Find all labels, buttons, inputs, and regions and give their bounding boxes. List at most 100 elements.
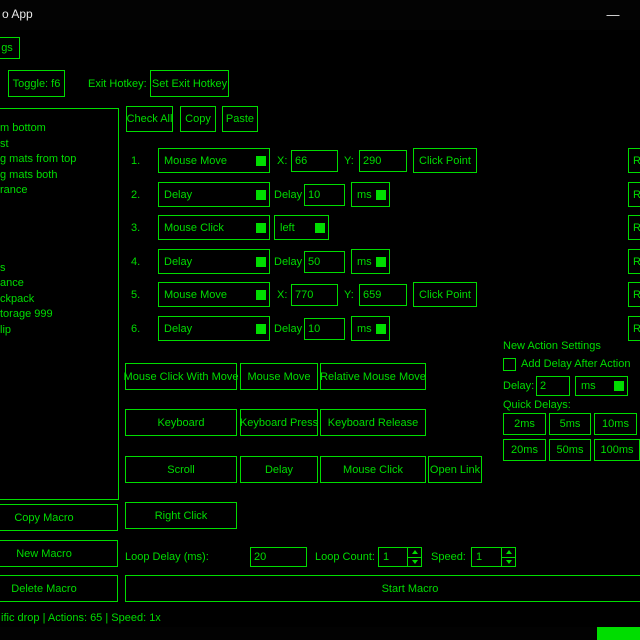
coord-y-input[interactable] [359, 284, 407, 306]
remove-action-button[interactable]: R [628, 148, 640, 173]
delay-unit-select[interactable]: ms [351, 316, 390, 341]
remove-action-button[interactable]: R [628, 182, 640, 207]
macro-list-item[interactable] [0, 230, 118, 246]
quick-delay-5ms-button[interactable]: 5ms [549, 413, 591, 435]
add-keyboard-release-button[interactable]: Keyboard Release [320, 409, 426, 436]
delay-unit-value: ms [357, 323, 372, 335]
taskbar-highlighted-item[interactable] [597, 627, 640, 640]
delay-label: Delay [274, 323, 302, 335]
delay-input[interactable] [304, 184, 345, 206]
dropdown-square-icon [315, 223, 325, 233]
add-right-click-button[interactable]: Right Click [125, 502, 237, 529]
add-mouse-move-button[interactable]: Mouse Move [240, 363, 318, 390]
copy-actions-button[interactable]: Copy [180, 106, 216, 132]
macro-list-item[interactable]: lip [0, 323, 118, 339]
quick-delay-50ms-button[interactable]: 50ms [549, 439, 591, 461]
loop-delay-label: Loop Delay (ms): [125, 551, 209, 563]
new-action-settings-title: New Action Settings [503, 340, 601, 352]
set-exit-hotkey-button[interactable]: Set Exit Hotkey [150, 70, 229, 97]
delete-macro-button[interactable]: Delete Macro [0, 575, 118, 602]
action-number: 1. [131, 155, 140, 167]
delay-input[interactable] [304, 318, 345, 340]
remove-action-button[interactable]: R [628, 215, 640, 240]
action-type-select[interactable]: Delay [158, 182, 270, 207]
macro-list-item[interactable]: g mats from top [0, 152, 118, 168]
action-type-select[interactable]: Mouse Move [158, 148, 270, 173]
new-action-delay-unit-select[interactable]: ms [575, 376, 628, 396]
coord-x-label: X: [277, 289, 287, 301]
add-delay-checkbox[interactable] [503, 358, 516, 371]
delay-input[interactable] [304, 251, 345, 273]
remove-action-button[interactable]: R [628, 282, 640, 307]
click-point-button[interactable]: Click Point [413, 148, 477, 173]
add-mouse-click-button[interactable]: Mouse Click [320, 456, 426, 483]
mouse-button-select[interactable]: left [274, 215, 329, 240]
settings-menu-button[interactable]: gs [0, 37, 20, 59]
titlebar: o App — [0, 0, 640, 30]
coord-y-label: Y: [344, 289, 354, 301]
action-type-value: Delay [164, 256, 192, 268]
macro-list-item[interactable]: m bottom [0, 121, 118, 137]
macro-list-item[interactable]: rance [0, 183, 118, 199]
quick-delay-10ms-button[interactable]: 10ms [594, 413, 637, 435]
toggle-hotkey-button[interactable]: Toggle: f6 [8, 70, 65, 97]
action-type-select[interactable]: Delay [158, 316, 270, 341]
macro-list-item[interactable] [0, 245, 118, 261]
click-point-button[interactable]: Click Point [413, 282, 477, 307]
remove-action-button[interactable]: R [628, 249, 640, 274]
spin-up-button[interactable] [502, 548, 515, 558]
minimize-button[interactable]: — [596, 0, 630, 28]
macro-list-item[interactable] [0, 214, 118, 230]
add-keyboard-press-button[interactable]: Keyboard Press [240, 409, 318, 436]
new-action-delay-input[interactable] [536, 376, 570, 396]
action-type-select[interactable]: Mouse Move [158, 282, 270, 307]
dropdown-square-icon [256, 190, 266, 200]
action-type-select[interactable]: Delay [158, 249, 270, 274]
action-type-value: Mouse Move [164, 155, 227, 167]
coord-x-input[interactable] [291, 284, 338, 306]
speed-label: Speed: [431, 551, 466, 563]
macro-list-item[interactable]: ckpack [0, 292, 118, 308]
action-type-value: Mouse Click [164, 222, 224, 234]
add-mouse-click-with-move-button[interactable]: Mouse Click With Move [125, 363, 237, 390]
remove-action-button[interactable]: R [628, 316, 640, 341]
loop-count-stepper[interactable]: 1 [378, 547, 422, 567]
taskbar [0, 627, 640, 640]
app-window: o App — gs Toggle: f6 Exit Hotkey: Set E… [0, 0, 640, 640]
coord-x-input[interactable] [291, 150, 338, 172]
add-keyboard-button[interactable]: Keyboard [125, 409, 237, 436]
macro-list-item[interactable] [0, 199, 118, 215]
dropdown-square-icon [256, 257, 266, 267]
macro-list-item[interactable]: ance [0, 276, 118, 292]
dropdown-square-icon [376, 324, 386, 334]
quick-delay-100ms-button[interactable]: 100ms [594, 439, 640, 461]
spin-down-button[interactable] [502, 558, 515, 567]
check-all-button[interactable]: Check All [126, 106, 173, 132]
quick-delay-2ms-button[interactable]: 2ms [503, 413, 546, 435]
copy-macro-button[interactable]: Copy Macro [0, 504, 118, 531]
dropdown-square-icon [376, 190, 386, 200]
add-delay-button[interactable]: Delay [240, 456, 318, 483]
loop-delay-input[interactable] [250, 547, 307, 567]
macro-list-item[interactable]: g mats both [0, 168, 118, 184]
spin-down-button[interactable] [408, 558, 421, 567]
speed-stepper[interactable]: 1 [471, 547, 516, 567]
add-open-link-button[interactable]: Open Link [428, 456, 482, 483]
quick-delay-20ms-button[interactable]: 20ms [503, 439, 546, 461]
new-macro-button[interactable]: New Macro [0, 540, 118, 567]
macro-list-item[interactable]: torage 999 [0, 307, 118, 323]
delay-unit-select[interactable]: ms [351, 182, 390, 207]
add-relative-mouse-move-button[interactable]: Relative Mouse Move [320, 363, 426, 390]
delay-label: Delay [274, 189, 302, 201]
status-bar: ific drop | Actions: 65 | Speed: 1x [0, 606, 640, 627]
exit-hotkey-label: Exit Hotkey: [88, 78, 147, 90]
add-scroll-button[interactable]: Scroll [125, 456, 237, 483]
spin-up-button[interactable] [408, 548, 421, 558]
macro-list-item[interactable]: st [0, 137, 118, 153]
coord-y-input[interactable] [359, 150, 407, 172]
macro-list-item[interactable]: s [0, 261, 118, 277]
paste-actions-button[interactable]: Paste [222, 106, 258, 132]
delay-unit-select[interactable]: ms [351, 249, 390, 274]
start-macro-button[interactable]: Start Macro [125, 575, 640, 602]
action-type-select[interactable]: Mouse Click [158, 215, 270, 240]
